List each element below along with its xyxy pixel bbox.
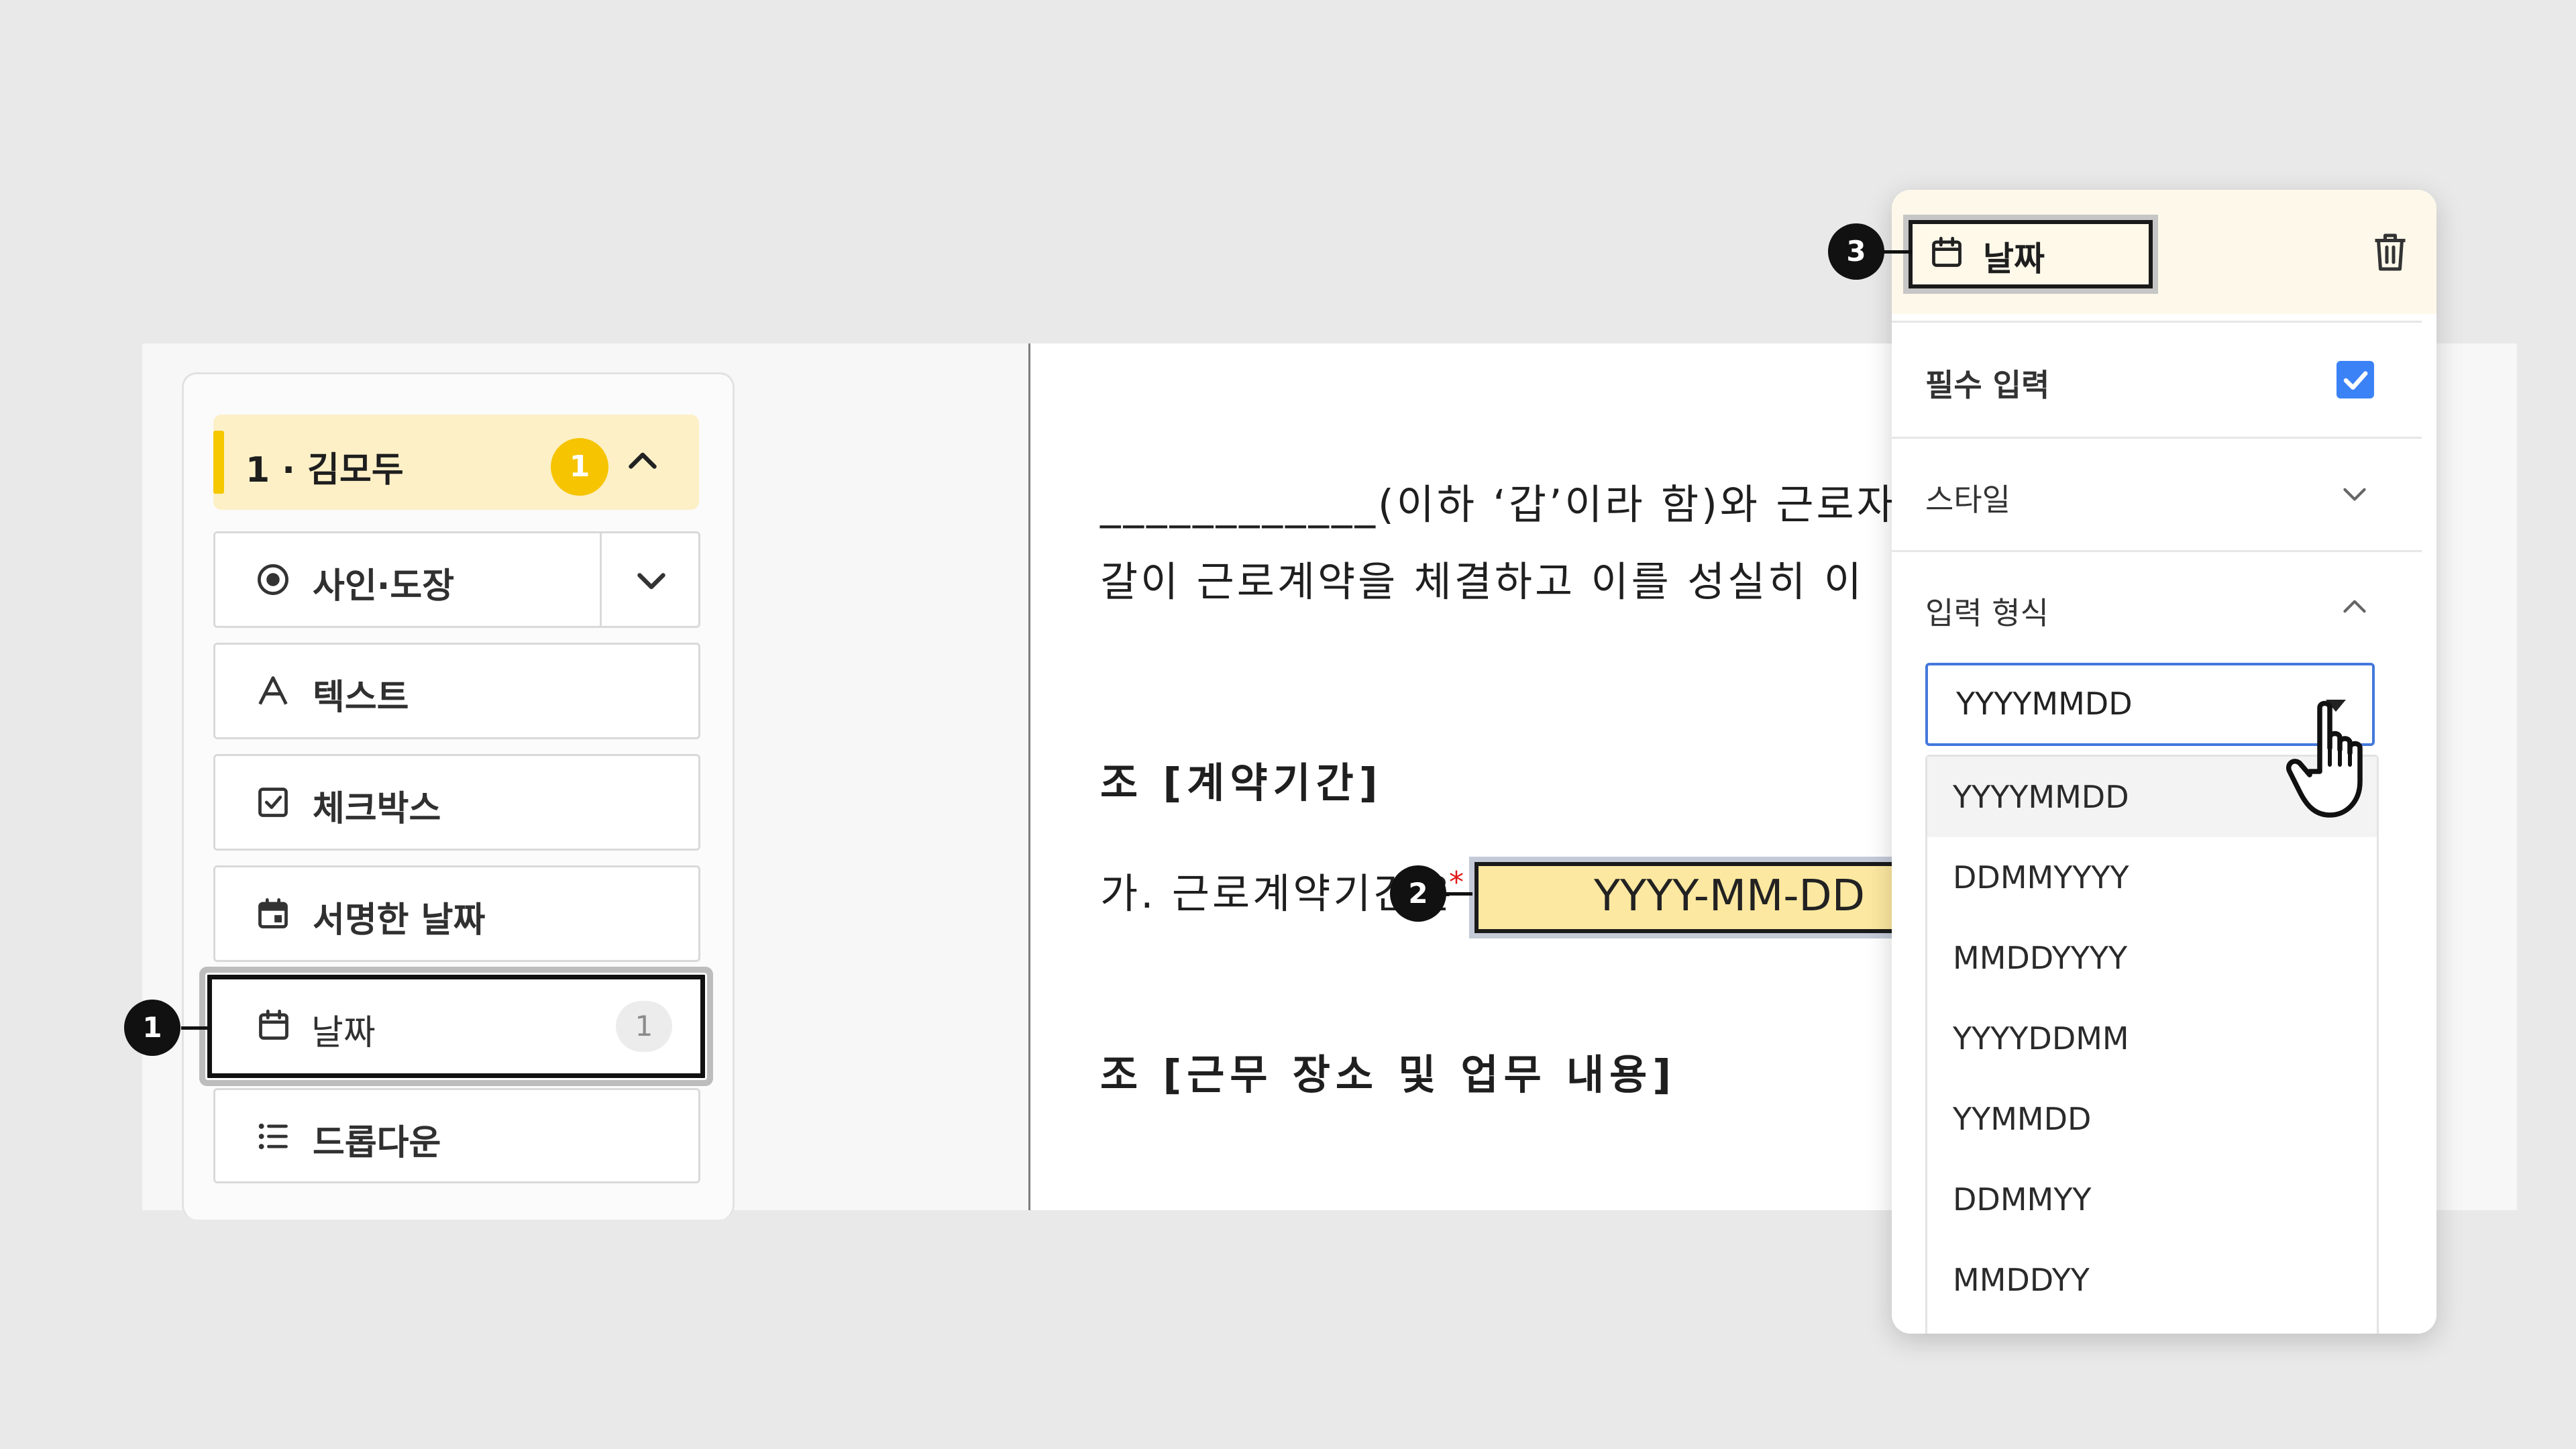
format-select-value: YYYYMMDD [1956, 686, 2133, 722]
format-option[interactable]: YYMMDD [1927, 1079, 2377, 1159]
radio-target-icon [258, 564, 288, 595]
field-item-label: 체크박스 [313, 789, 441, 829]
input-format-section-label[interactable]: 입력 형식 [1925, 589, 2049, 633]
signer-header[interactable]: 1 · 김모두 1 [213, 415, 699, 510]
callout-leader [1882, 250, 1912, 254]
text-a-icon [258, 676, 288, 705]
signer-accent-bar [213, 431, 224, 494]
format-option[interactable]: DDMMYYYY [1927, 837, 2377, 918]
callout-2: 2 [1390, 865, 1446, 922]
required-input-label: 필수 입력 [1925, 367, 2050, 403]
callout-leader [181, 1026, 211, 1030]
field-item-label: 서명한 날짜 [313, 900, 486, 941]
calendar-filled-icon [258, 898, 288, 928]
field-count-badge: 1 [616, 1001, 672, 1052]
chevron-down-icon[interactable] [631, 560, 672, 600]
hand-pointer-cursor-icon [2286, 700, 2363, 818]
required-checkbox[interactable] [2337, 361, 2374, 398]
field-type-name: 날짜 [1983, 239, 2045, 278]
date-field-placeholder: YYYY-MM-DD [1594, 871, 1865, 921]
format-options-list: YYYYMMDD DDMMYYYY MMDDYYYY YYYYDDMM YYMM… [1925, 755, 2379, 1334]
field-item-text[interactable]: 텍스트 [213, 643, 700, 739]
calendar-icon [1932, 237, 1962, 267]
trash-icon[interactable] [2370, 230, 2410, 274]
doc-line-2: 갈이 근로계약을 체결하고 이를 성실히 이 [1100, 558, 1864, 606]
field-item-label: 텍스트 [313, 678, 409, 718]
signer-name: 1 · 김모두 [246, 450, 404, 490]
panel-separator [1892, 550, 2422, 552]
doc-line-1: ____________(이하 ‘갑’이라 함)와 근로자 [1100, 481, 1897, 529]
field-type-label: 날짜 [1909, 220, 2153, 288]
callout-1: 1 [124, 1000, 180, 1056]
callout-leader [1442, 892, 1472, 896]
panel-separator [1892, 437, 2422, 439]
field-item-date[interactable]: 날짜 1 [205, 973, 707, 1080]
format-option[interactable]: DDMMYY [1927, 1159, 2377, 1240]
field-item-signature[interactable]: 사인·도장 [213, 531, 700, 628]
format-option[interactable]: MMDDYY [1927, 1240, 2377, 1320]
field-item-signed-date[interactable]: 서명한 날짜 [213, 865, 700, 962]
doc-heading-work-place: 조 [근무 장소 및 업무 내용] [1100, 1051, 1677, 1099]
field-item-label: 사인·도장 [313, 566, 455, 606]
checkbox-icon [258, 788, 288, 817]
format-option[interactable]: YYYYDDMM [1927, 998, 2377, 1079]
field-item-checkbox[interactable]: 체크박스 [213, 754, 700, 851]
field-item-dropdown[interactable]: 드롭다운 [213, 1088, 700, 1183]
format-option[interactable]: MMDDYYYY [1927, 918, 2377, 998]
field-item-label: 날짜 [311, 1013, 376, 1053]
panel-separator [1892, 321, 2422, 323]
panel-header: 날짜 [1892, 190, 2436, 314]
chevron-up-icon[interactable] [2338, 590, 2371, 624]
date-field-on-document[interactable]: YYYY-MM-DD [1474, 862, 1898, 933]
document-page: ____________(이하 ‘갑’이라 함)와 근로자 갈이 근로계약을 체… [1028, 343, 2037, 1210]
calendar-icon [259, 1010, 288, 1040]
doc-heading-contract-period: 조 [계약기간] [1100, 759, 1383, 807]
chevron-up-icon[interactable] [623, 441, 663, 482]
split-divider [600, 533, 602, 626]
signer-field-count-badge: 1 [551, 438, 608, 496]
list-icon [258, 1123, 288, 1150]
style-section-label[interactable]: 스타일 [1925, 476, 2010, 520]
field-item-label: 드롭다운 [313, 1123, 441, 1163]
chevron-down-icon[interactable] [2338, 477, 2371, 511]
callout-3: 3 [1828, 223, 1884, 280]
